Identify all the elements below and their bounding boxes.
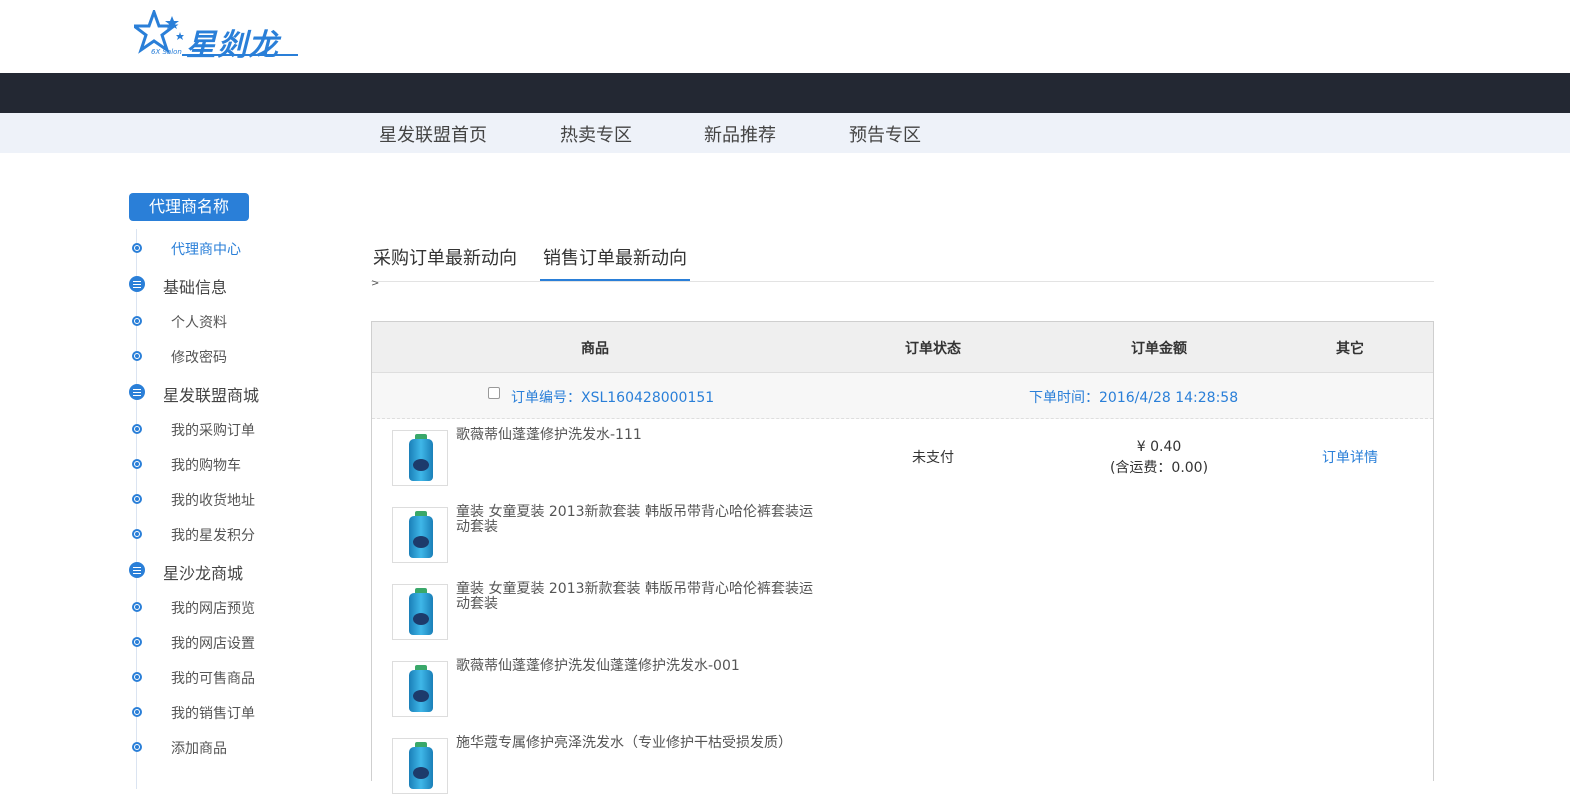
sidebar-group-label: 星沙龙商城: [163, 564, 244, 583]
site-header: 星剡龙 6X Salon: [0, 0, 1570, 73]
order-time: 下单时间：2016/4/28 14:28:58: [1029, 390, 1239, 406]
breadcrumb: >: [371, 278, 380, 289]
product-thumbnail[interactable]: [392, 584, 448, 640]
logo-subtext: 6X Salon: [151, 48, 182, 56]
sidebar-item-sales-orders[interactable]: 我的销售订单: [129, 700, 329, 724]
order-number: 订单编号：XSL160428000151: [511, 390, 715, 406]
order-checkbox[interactable]: [488, 387, 500, 399]
table-row: 歌薇蒂仙蓬蓬修护洗发水-111 未支付 ¥ 0.40 (含运费：0.00) 订单…: [372, 420, 1433, 497]
sidebar-item-label: 我的网店设置: [171, 636, 255, 652]
sidebar-item-label: 我的采购订单: [171, 423, 255, 439]
table-header: 商品 订单状态 订单金额 其它: [372, 322, 1433, 373]
product-name[interactable]: 童装 女童夏装 2013新款套装 韩版吊带背心哈伦裤套装运动套装: [456, 505, 816, 535]
sidebar-item-label: 我的收货地址: [171, 493, 255, 509]
sidebar-item-add-goods[interactable]: 添加商品: [129, 735, 329, 759]
sidebar-item-cart[interactable]: 我的购物车: [129, 452, 329, 476]
bullet-icon: [132, 494, 142, 504]
bottle-label: [413, 459, 429, 471]
sidebar-item-shop-preview[interactable]: 我的网店预览: [129, 595, 329, 619]
sidebar-item-label: 我的星发积分: [171, 528, 255, 544]
sidebar-title: 代理商名称: [129, 193, 249, 221]
table-row: 童装 女童夏装 2013新款套装 韩版吊带背心哈伦裤套装运动套装: [372, 497, 1433, 574]
product-name[interactable]: 歌薇蒂仙蓬蓬修护洗发仙蓬蓬修护洗发水-001: [456, 659, 816, 674]
sidebar-item-label: 我的可售商品: [171, 671, 255, 687]
nav-item-preview[interactable]: 预告专区: [849, 121, 921, 147]
bottle-label: [413, 536, 429, 548]
product-name[interactable]: 施华蔻专属修护亮泽洗发水（专业修护干枯受损发质）: [456, 736, 816, 751]
sidebar-item-purchase-orders[interactable]: 我的采购订单: [129, 417, 329, 441]
sidebar-item-label: 代理商中心: [171, 242, 241, 258]
order-status: 未支付: [912, 450, 954, 466]
column-header-amount: 订单金额: [1131, 341, 1187, 357]
nav-item-hot[interactable]: 热卖专区: [560, 121, 632, 147]
nav-item-new[interactable]: 新品推荐: [704, 121, 776, 147]
bullet-icon: [132, 602, 142, 612]
bullet-icon: [132, 351, 142, 361]
bullet-icon: [132, 424, 142, 434]
table-row: 施华蔻专属修护亮泽洗发水（专业修护干枯受损发质）: [372, 728, 1433, 805]
logo-wordmark: 星剡龙: [186, 28, 279, 63]
bullet-icon: [132, 459, 142, 469]
sidebar-item-label: 修改密码: [171, 350, 227, 366]
sidebar-item-points[interactable]: 我的星发积分: [129, 522, 329, 546]
order-shipping: (含运费：0.00): [1109, 460, 1209, 476]
product-name[interactable]: 童装 女童夏装 2013新款套装 韩版吊带背心哈伦裤套装运动套装: [456, 582, 816, 612]
sidebar-item-profile[interactable]: 个人资料: [129, 309, 329, 333]
order-price: ¥ 0.40: [1136, 439, 1182, 455]
bottle-label: [413, 767, 429, 779]
bullet-icon: [132, 637, 142, 647]
column-header-other: 其它: [1336, 341, 1364, 357]
top-dark-bar: [0, 73, 1570, 113]
sidebar-item-label: 我的网店预览: [171, 601, 255, 617]
bullet-icon: [132, 316, 142, 326]
bullet-icon: [132, 243, 142, 253]
sidebar-group-alliance-mall[interactable]: 星发联盟商城: [129, 379, 329, 405]
bullet-icon: [132, 672, 142, 682]
sidebar-item-password[interactable]: 修改密码: [129, 344, 329, 368]
sidebar-item-label: 我的购物车: [171, 458, 241, 474]
sidebar-group-basic[interactable]: 基础信息: [129, 271, 329, 297]
orders-table: 商品 订单状态 订单金额 其它 订单编号：XSL160428000151 下单时…: [371, 321, 1434, 794]
order-header-row: 订单编号：XSL160428000151 下单时间：2016/4/28 14:2…: [372, 373, 1433, 419]
product-thumbnail[interactable]: [392, 738, 448, 794]
order-tabs: 采购订单最新动向 销售订单最新动向: [371, 236, 1434, 282]
table-row: 童装 女童夏装 2013新款套装 韩版吊带背心哈伦裤套装运动套装: [372, 574, 1433, 651]
sidebar-item-shop-settings[interactable]: 我的网店设置: [129, 630, 329, 654]
sidebar-group-salon-mall[interactable]: 星沙龙商城: [129, 557, 329, 583]
table-row: 歌薇蒂仙蓬蓬修护洗发仙蓬蓬修护洗发水-001: [372, 651, 1433, 728]
product-name[interactable]: 歌薇蒂仙蓬蓬修护洗发水-111: [456, 428, 816, 443]
sidebar: 代理商名称 代理商中心 基础信息 个人资料 修改密码 星发联盟商城 我的采购订单…: [129, 193, 329, 789]
site-logo[interactable]: 星剡龙 6X Salon: [134, 10, 304, 63]
sidebar-item-label: 我的销售订单: [171, 706, 255, 722]
bullet-icon: [132, 529, 142, 539]
product-thumbnail[interactable]: [392, 507, 448, 563]
sidebar-item-label: 个人资料: [171, 315, 227, 331]
logo-underline: [182, 54, 298, 56]
bullet-icon: [132, 742, 142, 752]
nav-item-home[interactable]: 星发联盟首页: [379, 121, 487, 147]
tab-sales-orders[interactable]: 销售订单最新动向: [540, 244, 690, 281]
column-header-goods: 商品: [581, 341, 609, 357]
order-amount: ¥ 0.40 (含运费：0.00): [1110, 437, 1208, 479]
sidebar-item-label: 添加商品: [171, 741, 227, 757]
sidebar-group-label: 基础信息: [163, 278, 228, 297]
tab-purchase-orders[interactable]: 采购订单最新动向: [373, 244, 517, 281]
sidebar-item-address[interactable]: 我的收货地址: [129, 487, 329, 511]
main-nav: 星发联盟首页 热卖专区 新品推荐 预告专区: [0, 113, 1570, 153]
menu-icon: [129, 276, 145, 292]
bottle-label: [413, 613, 429, 625]
product-thumbnail[interactable]: [392, 661, 448, 717]
product-thumbnail[interactable]: [392, 430, 448, 486]
menu-icon: [129, 562, 145, 578]
sidebar-group-label: 星发联盟商城: [163, 386, 260, 405]
bullet-icon: [132, 707, 142, 717]
bottle-label: [413, 690, 429, 702]
sidebar-item-sellable-goods[interactable]: 我的可售商品: [129, 665, 329, 689]
menu-icon: [129, 384, 145, 400]
sidebar-item-center[interactable]: 代理商中心: [129, 236, 329, 260]
order-detail-link[interactable]: 订单详情: [1322, 447, 1378, 467]
column-header-status: 订单状态: [905, 341, 961, 357]
